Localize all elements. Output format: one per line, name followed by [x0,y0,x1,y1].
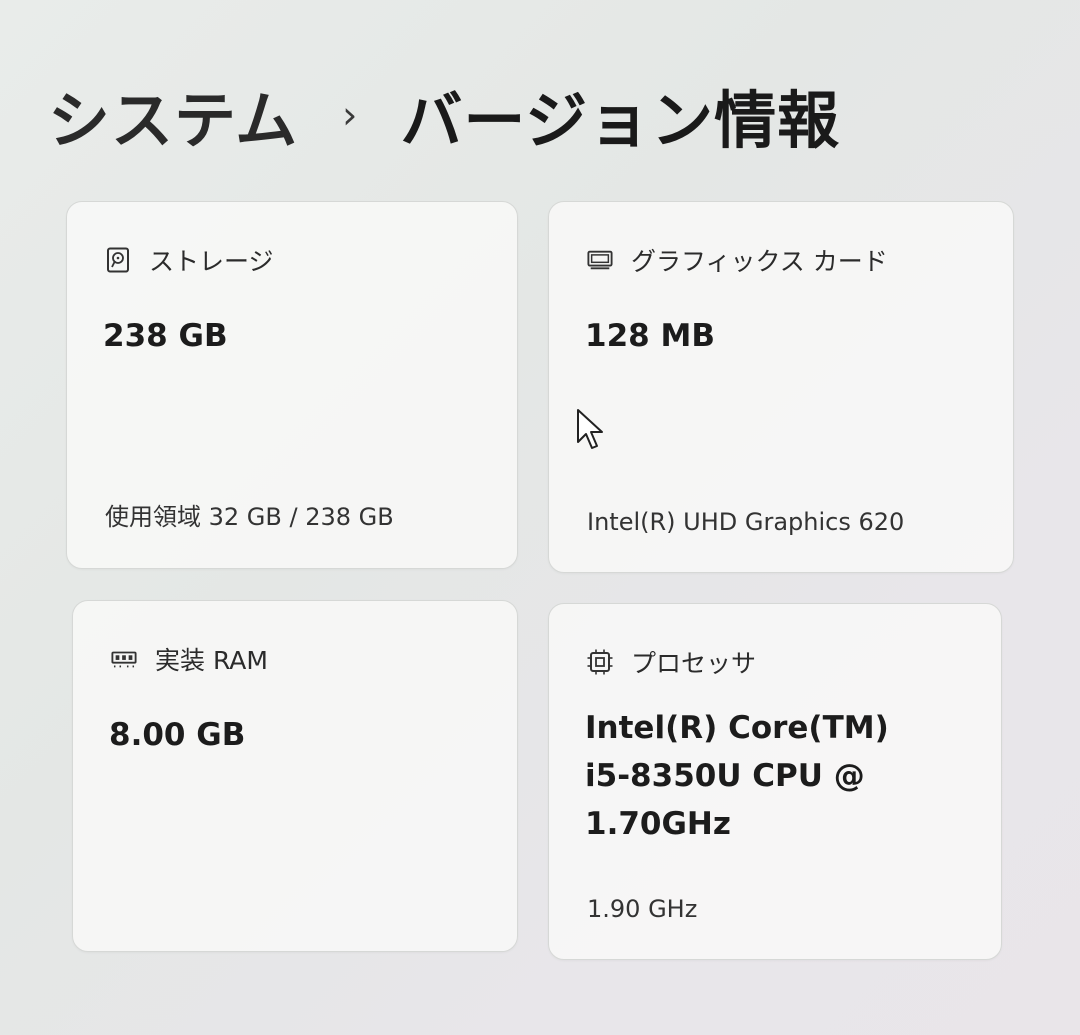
mouse-pointer-icon [576,408,606,452]
storage-card-value: 238 GB [103,318,228,354]
ram-card-header: 実装 RAM [111,641,268,677]
storage-card-usage: 使用領域 32 GB / 238 GB [105,503,394,531]
page-title: バージョン情報 [400,84,841,157]
processor-card-speed: 1.90 GHz [587,895,698,923]
graphics-card-memory: 128 MB [585,318,715,354]
storage-card[interactable]: ストレージ 238 GB 使用領域 32 GB / 238 GB [66,201,518,569]
breadcrumb-system-link[interactable]: システム [48,70,298,160]
storage-card-title: ストレージ [149,247,274,276]
ram-card-value: 8.00 GB [109,717,246,753]
graphics-card-header: グラフィックス カード [587,242,888,278]
hard-drive-icon [105,247,131,273]
breadcrumb: システム › バージョン情報 [48,70,840,160]
breadcrumb-separator-icon: › [342,93,359,137]
memory-module-icon [111,646,137,672]
processor-card-title: プロセッサ [631,649,757,678]
processor-chip-icon [587,649,613,675]
processor-card-header: プロセッサ [587,644,756,680]
graphics-card-model: Intel(R) UHD Graphics 620 [587,508,905,536]
graphics-card-title: グラフィックス カード [631,247,888,276]
processor-card[interactable]: プロセッサ Intel(R) Core(TM) i5-8350U CPU @ 1… [548,603,1002,960]
graphics-card-card[interactable]: グラフィックス カード 128 MB Intel(R) UHD Graphics… [548,201,1014,573]
processor-card-model: Intel(R) Core(TM) i5-8350U CPU @ 1.70GHz [585,710,889,842]
storage-card-header: ストレージ [105,242,274,278]
ram-card-title: 実装 RAM [155,646,268,675]
ram-card[interactable]: 実装 RAM 8.00 GB [72,600,518,952]
display-card-icon [587,247,613,273]
